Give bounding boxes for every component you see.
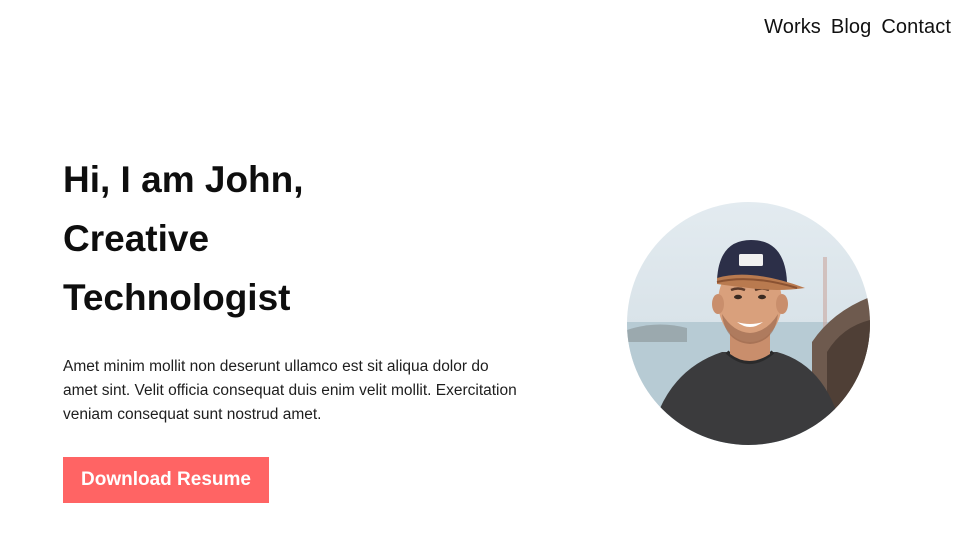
hero-title-line-3: Technologist bbox=[63, 277, 291, 318]
avatar-illustration bbox=[627, 202, 870, 445]
nav-link-contact[interactable]: Contact bbox=[881, 16, 951, 39]
hero-title-line-1: Hi, I am John, bbox=[63, 159, 304, 200]
hero-description: Amet minim mollit non deserunt ullamco e… bbox=[63, 358, 517, 423]
top-nav: Works Blog Contact bbox=[764, 16, 951, 39]
download-resume-button[interactable]: Download Resume bbox=[63, 457, 269, 503]
nav-link-works[interactable]: Works bbox=[764, 16, 821, 39]
portfolio-page: Works Blog Contact Hi, I am John, Creati… bbox=[0, 0, 964, 560]
hero-title: Hi, I am John, Creative Technologist bbox=[63, 150, 423, 327]
profile-photo bbox=[627, 202, 870, 445]
nav-link-blog[interactable]: Blog bbox=[831, 16, 871, 39]
hero-title-line-2: Creative bbox=[63, 218, 210, 259]
